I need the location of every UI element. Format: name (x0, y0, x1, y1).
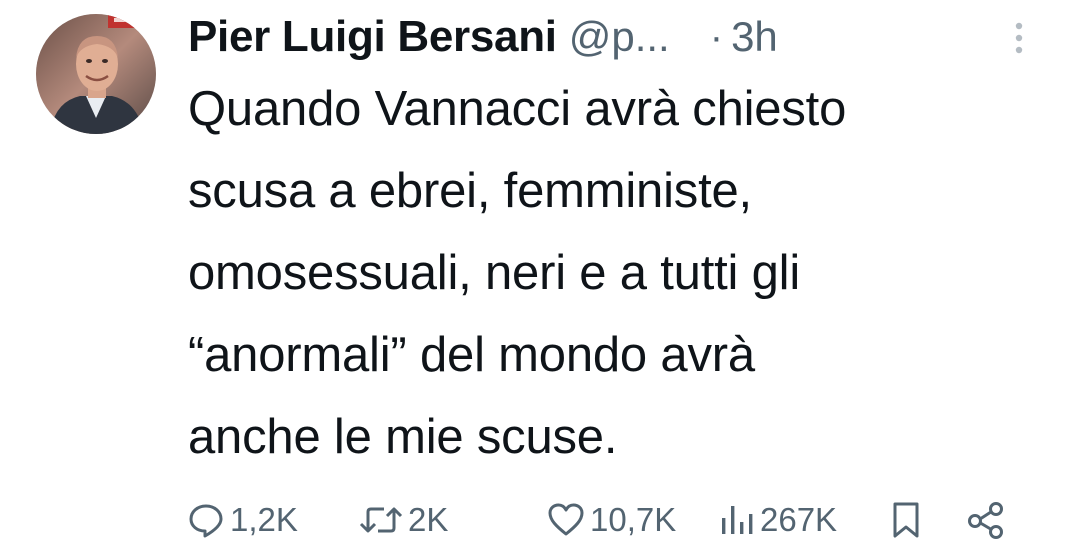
retweet-arrows-icon (359, 507, 403, 533)
retweet-button[interactable]: 2K (358, 492, 448, 548)
bookmark-icon (893, 502, 919, 538)
avatar[interactable] (36, 14, 156, 134)
share-button[interactable] (964, 492, 1008, 548)
tweet-text-line: scusa a ebrei, femministe, (188, 164, 752, 218)
avatar-image (36, 14, 156, 134)
bookmark-button[interactable] (886, 492, 926, 548)
display-name[interactable]: Pier Luigi Bersani (188, 12, 557, 62)
tweet-card[interactable]: Pier Luigi Bersani @p... · 3h Quando Van… (0, 0, 1080, 556)
tweet-text-line: omosessuali, neri e a tutti gli (188, 246, 801, 300)
views-button[interactable]: 267K (718, 492, 837, 548)
views-count: 267K (760, 501, 838, 538)
tweet-text-line: anche le mie scuse. (188, 410, 618, 464)
separator-dot: · (709, 14, 724, 59)
heart-icon (548, 503, 584, 536)
reply-count: 1,2K (230, 501, 298, 538)
action-bar: 1,2K 2K 10,7K 267K (186, 492, 1036, 548)
tweet-text: Quando Vannacci avrà chiesto scusa a ebr… (188, 68, 1058, 478)
tweet-text-line: Quando Vannacci avrà chiesto (188, 82, 847, 136)
speech-bubble-icon (189, 504, 223, 538)
share-nodes-icon (968, 502, 1003, 539)
reply-button[interactable]: 1,2K (186, 492, 298, 548)
tweet-header: Pier Luigi Bersani @p... · 3h (188, 2, 1058, 72)
bar-chart-icon (722, 506, 753, 534)
like-count: 10,7K (590, 501, 677, 538)
tweet-text-line: “anormali” del mondo avrà (188, 328, 755, 382)
timestamp[interactable]: 3h (731, 13, 778, 61)
vertical-dots-icon (1015, 22, 1023, 54)
retweet-count: 2K (408, 501, 449, 538)
more-options-button[interactable] (1004, 18, 1034, 58)
user-handle[interactable]: @p... (569, 13, 670, 61)
like-button[interactable]: 10,7K (546, 492, 676, 548)
